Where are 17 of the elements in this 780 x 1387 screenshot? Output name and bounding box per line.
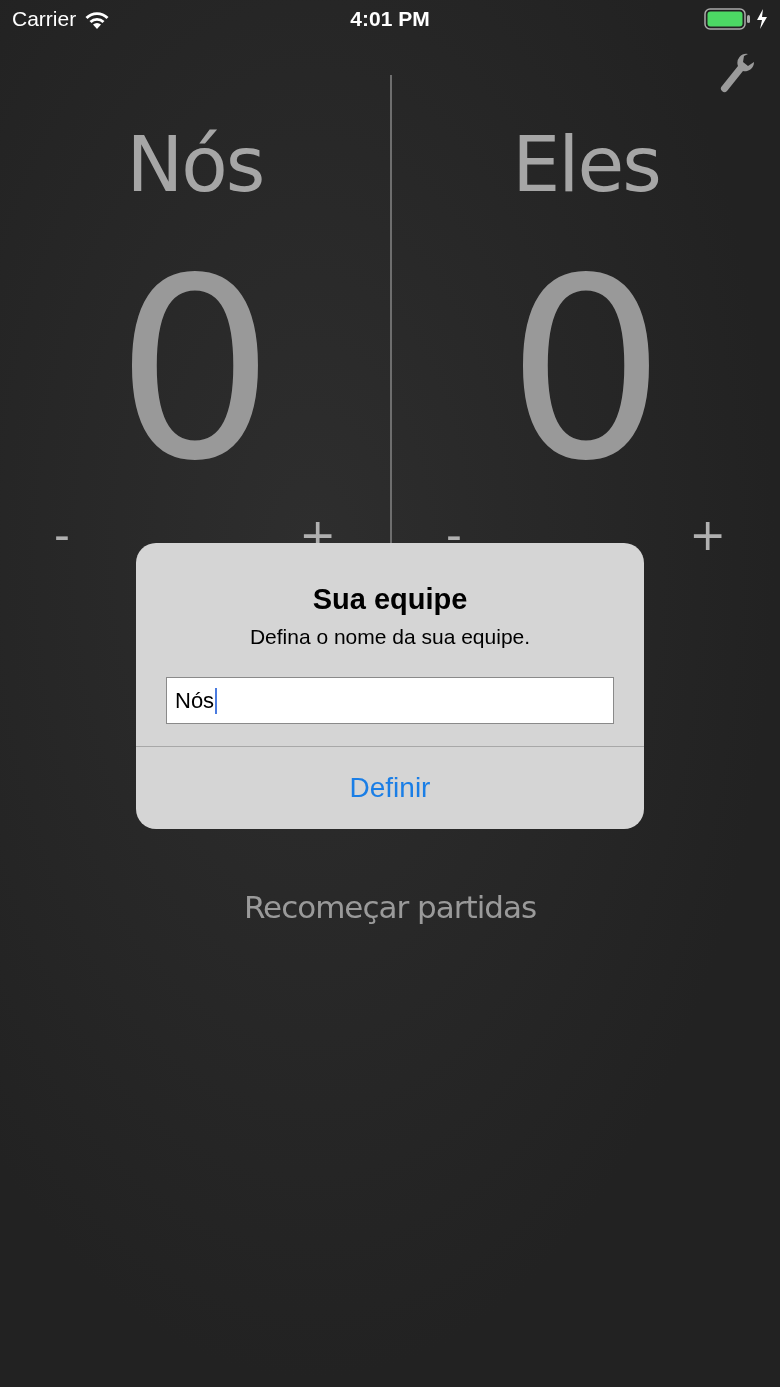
restart-button[interactable]: Recomeçar partidas bbox=[237, 888, 543, 926]
clock-time: 4:01 PM bbox=[350, 7, 430, 31]
score-value: 0 bbox=[115, 240, 275, 500]
plus-button[interactable]: + bbox=[685, 510, 730, 560]
dialog-title: Sua equipe bbox=[312, 582, 468, 617]
team-name-field[interactable]: Nós bbox=[166, 677, 614, 724]
minus-button[interactable]: - bbox=[50, 510, 74, 560]
battery-icon bbox=[704, 8, 752, 30]
team-name[interactable]: Eles bbox=[512, 115, 660, 215]
wrench-icon[interactable] bbox=[718, 52, 754, 94]
charging-icon bbox=[756, 9, 768, 29]
dialog-message: Defina o nome da sua equipe. bbox=[249, 624, 531, 650]
team-name[interactable]: Nós bbox=[126, 115, 264, 215]
carrier-label: Carrier bbox=[12, 7, 77, 31]
wifi-icon bbox=[84, 9, 111, 29]
score-value: 0 bbox=[506, 240, 666, 500]
minus-button[interactable]: - bbox=[442, 510, 466, 560]
